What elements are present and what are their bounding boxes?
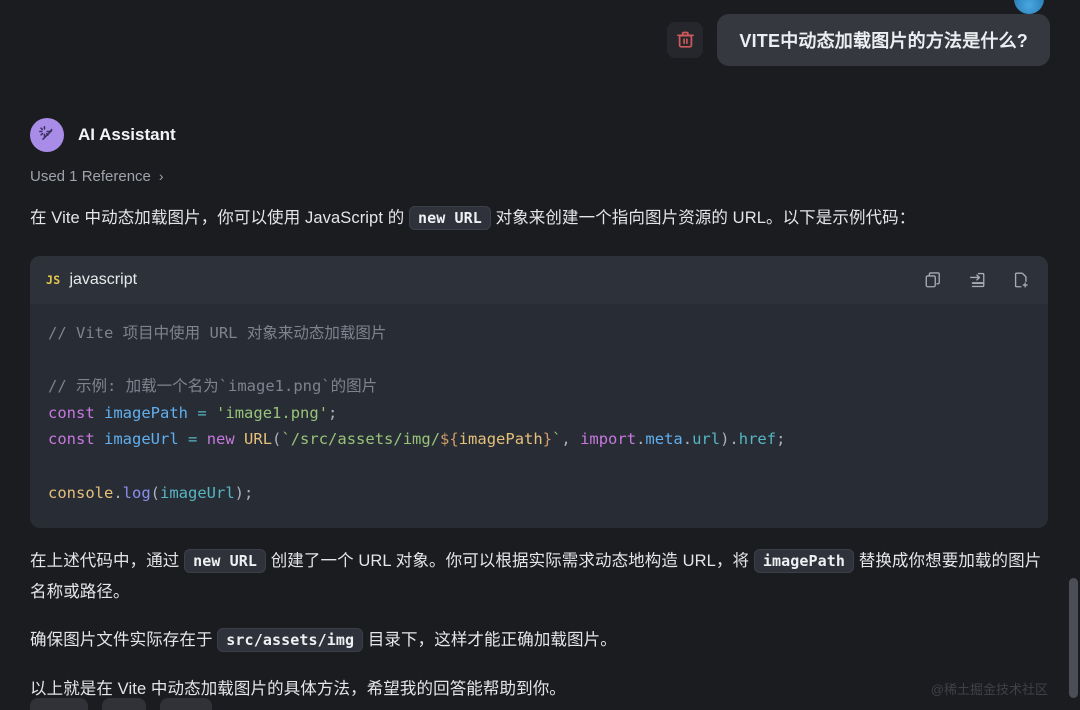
new-file-icon[interactable]	[1012, 271, 1030, 289]
action-pill-1[interactable]	[30, 698, 88, 710]
code-token: .	[682, 430, 693, 449]
code-token: URL	[244, 430, 273, 449]
answer-paragraph-2: 在上述代码中，通过 new URL 创建了一个 URL 对象。你可以根据实际需求…	[30, 546, 1048, 607]
delete-message-button[interactable]	[667, 22, 704, 58]
trash-icon	[676, 31, 694, 48]
p1-text-part2: 对象来创建一个指向图片资源的 URL。以下是示例代码：	[490, 209, 916, 227]
assistant-message: AI Assistant Used 1 Reference › 在 Vite 中…	[30, 118, 1048, 705]
code-token: // 示例: 加载一个名为`image1.png`的图片	[48, 376, 378, 395]
p3-inline-code-path: src/assets/img	[217, 628, 364, 653]
copy-code-icon[interactable]	[924, 271, 942, 289]
code-token: const	[48, 403, 95, 422]
ai-chat-panel: VITE中动态加载图片的方法是什么? AI Assistant Used 1 R…	[0, 0, 1080, 710]
assistant-header: AI Assistant	[30, 118, 1048, 152]
code-token: new	[206, 430, 235, 449]
code-token: ;	[328, 403, 338, 422]
code-line: // Vite 项目中使用 URL 对象来动态加载图片	[48, 320, 1030, 347]
code-token: 'image1.png'	[216, 403, 329, 422]
code-token: imagePath	[458, 430, 543, 449]
code-block: JS javascript // Vite 项目中使用 URL 对象来动态加载图…	[30, 255, 1048, 529]
used-reference-toggle[interactable]: Used 1 Reference ›	[30, 168, 164, 185]
code-token: ${	[440, 430, 459, 449]
p2-inline-code-new-url: new URL	[184, 549, 267, 574]
code-token: // Vite 项目中使用 URL 对象来动态加载图片	[48, 323, 387, 342]
insert-into-editor-icon[interactable]	[968, 271, 986, 289]
code-token: `	[552, 430, 562, 449]
code-token: (	[150, 483, 161, 502]
code-line: const imageUrl = new URL(`/src/assets/im…	[48, 426, 1030, 453]
code-token: .	[729, 430, 739, 449]
language-name: javascript	[69, 270, 138, 288]
code-token: log	[122, 483, 151, 502]
code-line: const imagePath = 'image1.png';	[48, 400, 1030, 427]
watermark: @稀土掘金技术社区	[930, 682, 1048, 697]
code-token: =	[197, 403, 207, 422]
code-token: imageUrl	[160, 483, 235, 502]
code-token: ;	[776, 430, 786, 449]
code-token: }	[542, 430, 553, 449]
code-line: // 示例: 加载一个名为`image1.png`的图片	[48, 373, 1030, 400]
p2-text-part2: 创建了一个 URL 对象。你可以根据实际需求动态地构造 URL，将	[266, 552, 754, 571]
user-avatar[interactable]	[1014, 0, 1044, 14]
code-token: .	[113, 483, 123, 502]
code-token: )	[234, 483, 245, 502]
code-block-header: JS javascript	[30, 255, 1048, 304]
p3-text-part2: 目录下，这样才能正确加载图片。	[363, 631, 617, 650]
code-token: (	[272, 430, 282, 449]
code-token: meta	[645, 430, 683, 449]
code-token: ,	[561, 430, 581, 449]
assistant-name: AI Assistant	[78, 125, 176, 144]
code-token: imageUrl	[104, 430, 179, 449]
code-token: =	[188, 430, 198, 449]
magic-wand-sparkle-icon	[39, 125, 53, 140]
reference-label: Used 1 Reference	[30, 168, 151, 185]
user-message-row: VITE中动态加载图片的方法是什么?	[667, 14, 1050, 66]
p1-text-part1: 在 Vite 中动态加载图片，你可以使用 JavaScript 的	[30, 209, 409, 227]
code-token: const	[48, 430, 95, 449]
code-token: ;	[244, 483, 254, 502]
answer-paragraph-3: 确保图片文件实际存在于 src/assets/img 目录下，这样才能正确加载图…	[30, 625, 1048, 656]
assistant-avatar	[30, 118, 64, 152]
p2-inline-code-imagepath: imagePath	[753, 549, 855, 574]
user-message-text: VITE中动态加载图片的方法是什么?	[717, 14, 1050, 66]
code-line: console.log(imageUrl);	[48, 480, 1030, 507]
chevron-right-icon: ›	[158, 167, 164, 184]
language-badge: JS	[46, 272, 61, 287]
code-token: url	[692, 430, 721, 449]
code-block-actions	[924, 271, 1030, 289]
message-action-bar	[30, 698, 212, 710]
action-pill-3[interactable]	[160, 698, 212, 710]
scrollbar-thumb[interactable]	[1069, 578, 1078, 698]
code-token: `/src/assets/img/	[281, 430, 441, 449]
code-content: // Vite 项目中使用 URL 对象来动态加载图片 // 示例: 加载一个名…	[30, 304, 1048, 529]
code-token: imagePath	[104, 403, 189, 422]
action-pill-2[interactable]	[102, 698, 146, 710]
p1-inline-code-new-url: new URL	[408, 206, 491, 230]
p3-text-part1: 确保图片文件实际存在于	[30, 631, 218, 650]
code-token: .	[636, 430, 646, 449]
code-token: console	[48, 483, 114, 502]
code-token: href	[738, 430, 777, 449]
code-token: import	[580, 430, 637, 449]
p2-text-part1: 在上述代码中，通过	[30, 552, 185, 571]
answer-paragraph-1: 在 Vite 中动态加载图片，你可以使用 JavaScript 的 new UR…	[30, 203, 1048, 234]
